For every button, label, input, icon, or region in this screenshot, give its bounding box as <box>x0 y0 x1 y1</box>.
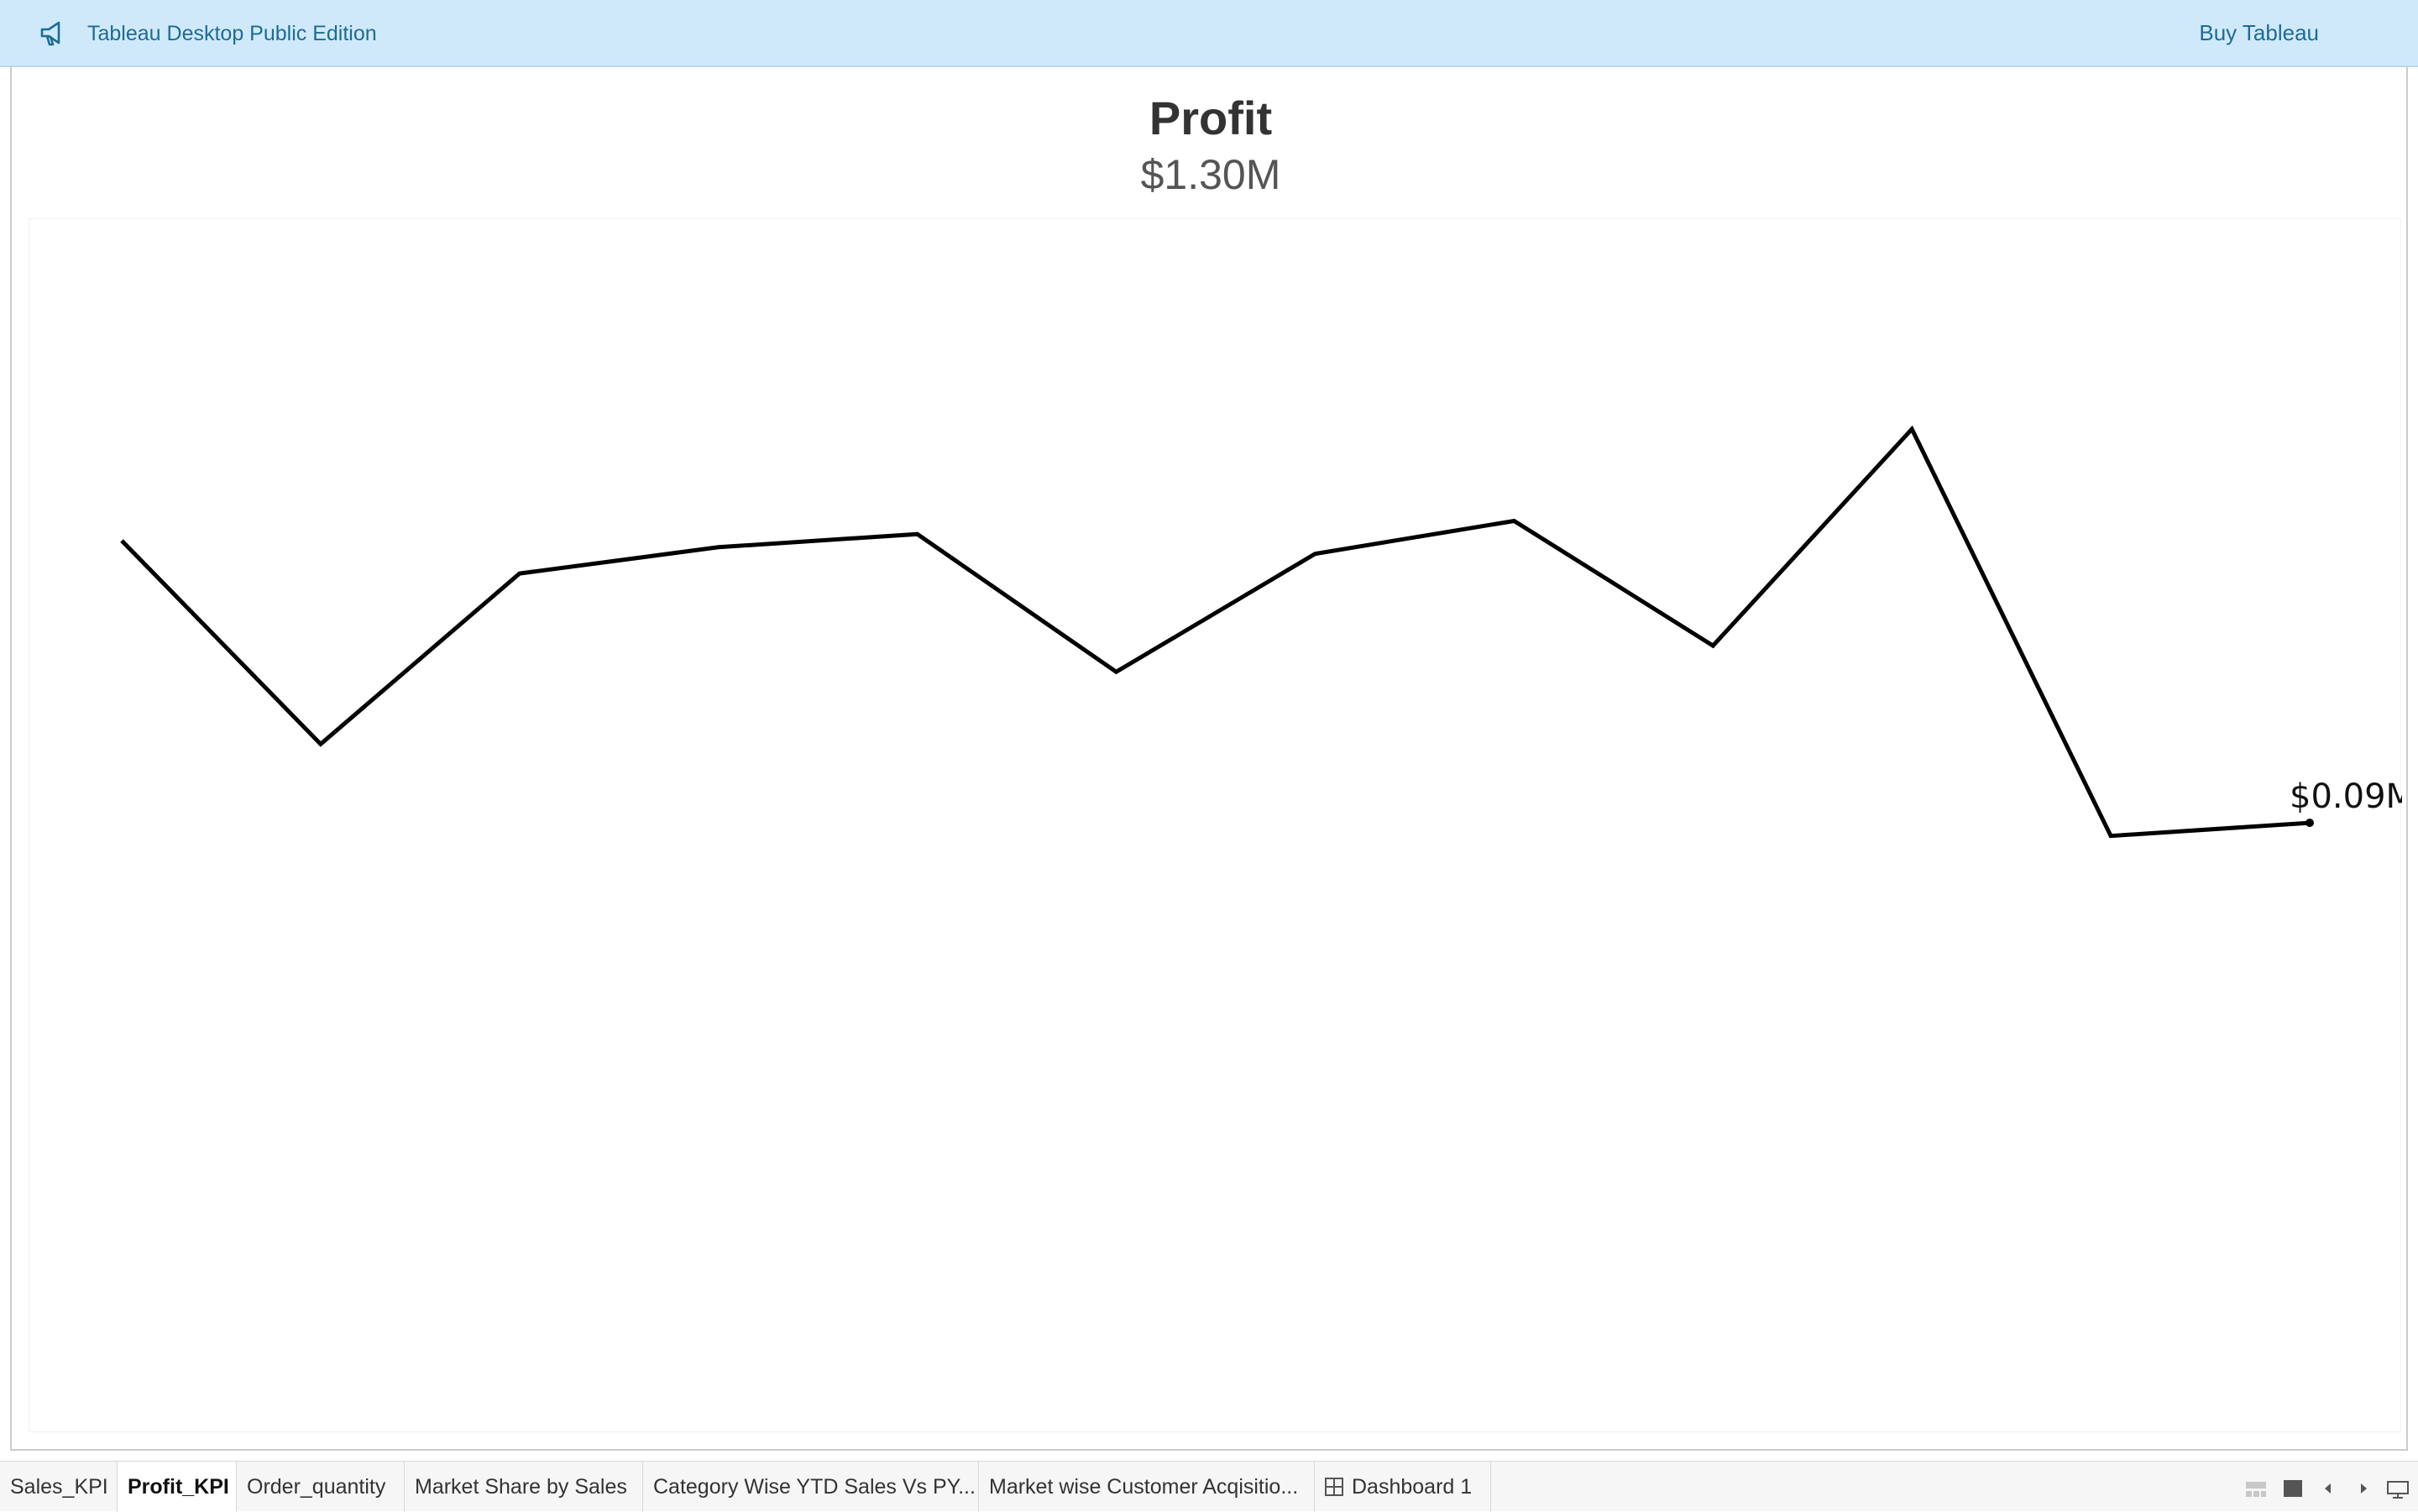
tab-market-wise-customer-acquisition[interactable]: Market wise Customer Acqisitio... <box>979 1462 1315 1512</box>
tab-label: Market wise Customer Acqisitio... <box>989 1475 1299 1499</box>
tab-label: Market Share by Sales <box>415 1475 627 1499</box>
data-point[interactable] <box>516 570 523 577</box>
previous-sheet-icon[interactable] <box>2321 1478 2336 1499</box>
tab-profit-kpi[interactable]: Profit_KPI <box>118 1462 237 1512</box>
buy-tableau-link[interactable]: Buy Tableau <box>2199 18 2319 47</box>
tab-market-share-by-sales[interactable]: Market Share by Sales <box>405 1462 643 1512</box>
tab-label: Category Wise YTD Sales Vs PY... <box>653 1475 976 1499</box>
tab-sales-kpi[interactable]: Sales_KPI <box>0 1462 118 1512</box>
tab-label: Profit_KPI <box>128 1475 229 1499</box>
data-point[interactable] <box>2305 819 2314 828</box>
dashboard-grid-icon <box>1325 1478 1343 1496</box>
data-point[interactable] <box>1510 518 1517 525</box>
data-point[interactable] <box>1908 426 1915 432</box>
tab-label: Sales_KPI <box>10 1475 108 1499</box>
tab-order-quantity[interactable]: Order_quantity <box>237 1462 405 1512</box>
sheet-tab-bar: Sales_KPI Profit_KPI Order_quantity Mark… <box>0 1461 2418 1512</box>
megaphone-icon <box>40 21 60 46</box>
kpi-value: $1.30M <box>1140 151 1281 198</box>
data-point[interactable] <box>1709 642 1716 649</box>
edition-banner: Tableau Desktop Public Edition Buy Table… <box>0 0 2418 67</box>
tab-label: Dashboard 1 <box>1352 1475 1473 1499</box>
presentation-mode-icon[interactable] <box>2386 1478 2410 1499</box>
single-view-icon[interactable] <box>2282 1478 2304 1499</box>
data-point[interactable] <box>118 537 125 544</box>
tab-label: Order_quantity <box>247 1475 386 1499</box>
data-point[interactable] <box>2107 833 2114 840</box>
data-point[interactable] <box>715 544 722 551</box>
profit-line-chart[interactable]: $0.09M <box>29 219 2402 1433</box>
end-value-label: $0.09M <box>2290 777 2402 816</box>
kpi-title: Profit <box>1149 92 1273 144</box>
profit-series-line[interactable] <box>120 425 2311 839</box>
data-point[interactable] <box>914 531 921 537</box>
filmstrip-view-icon[interactable] <box>2245 1478 2267 1499</box>
tab-dashboard-1[interactable]: Dashboard 1 <box>1315 1462 1491 1512</box>
chart-area[interactable]: $0.09M <box>29 218 2402 1433</box>
data-point[interactable] <box>1113 668 1120 675</box>
tab-category-wise-ytd-sales[interactable]: Category Wise YTD Sales Vs PY... <box>643 1462 979 1512</box>
worksheet-viewport: Profit $1.30M $0.09M <box>10 67 2408 1451</box>
next-sheet-icon[interactable] <box>2356 1478 2371 1499</box>
data-point[interactable] <box>317 740 324 747</box>
data-point[interactable] <box>1311 551 1318 557</box>
edition-title: Tableau Desktop Public Edition <box>87 22 377 45</box>
